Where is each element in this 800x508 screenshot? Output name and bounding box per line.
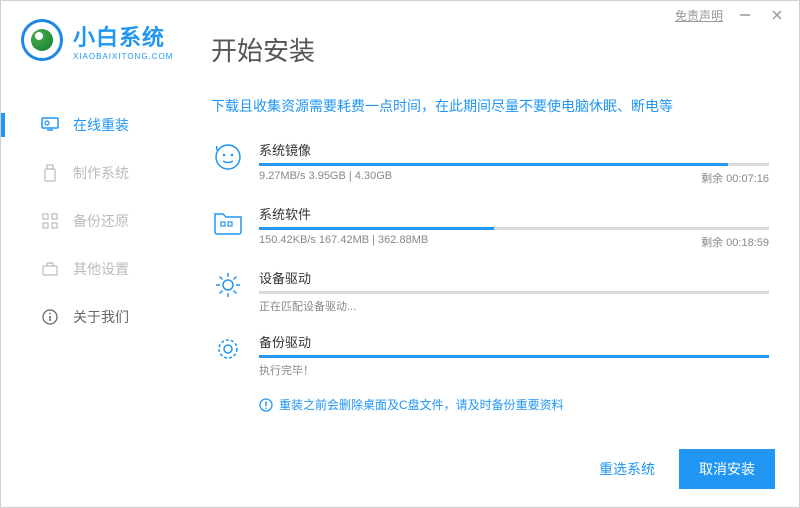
info-text: 下载且收集资源需要耗费一点时间，在此期间尽量不要使电脑休眠、断电等 <box>211 96 769 116</box>
disclaimer-link[interactable]: 免责声明 <box>675 7 723 24</box>
content-area: 下载且收集资源需要耗费一点时间，在此期间尽量不要使电脑休眠、断电等 系统镜像 9… <box>211 96 769 413</box>
sidebar-item-label: 关于我们 <box>73 307 129 327</box>
gear-dashed-icon <box>211 332 245 366</box>
progress-bar <box>259 291 769 294</box>
minimize-button[interactable] <box>735 5 755 25</box>
app-window: 免责声明 小白系统 XIAOBAIXITONG.COM 开始安装 在线重装 <box>0 0 800 508</box>
close-button[interactable] <box>767 5 787 25</box>
logo-subtitle: XIAOBAIXITONG.COM <box>73 52 173 61</box>
logo-title: 小白系统 <box>73 20 173 52</box>
logo-icon <box>21 19 63 61</box>
logo-text: 小白系统 XIAOBAIXITONG.COM <box>73 20 173 61</box>
task-system-software: 系统软件 150.42KB/s 167.42MB | 362.88MB 剩余 0… <box>211 204 769 250</box>
gear-icon <box>211 268 245 302</box>
task-title: 系统镜像 <box>259 140 769 159</box>
warning-text: 重装之前会删除桌面及C盘文件，请及时备份重要资料 <box>279 396 564 413</box>
alert-icon <box>259 398 273 412</box>
usb-icon <box>41 164 59 182</box>
progress-bar <box>259 355 769 358</box>
cancel-install-button[interactable]: 取消安装 <box>679 449 775 489</box>
sidebar-item-other-settings[interactable]: 其他设置 <box>1 245 181 293</box>
sidebar-item-about[interactable]: 关于我们 <box>1 293 181 341</box>
task-status: 执行完毕！ <box>259 362 769 378</box>
sidebar-item-create-system[interactable]: 制作系统 <box>1 149 181 197</box>
task-status: 正在匹配设备驱动... <box>259 298 769 314</box>
warning-message: 重装之前会删除桌面及C盘文件，请及时备份重要资料 <box>259 396 769 413</box>
task-device-driver: 设备驱动 正在匹配设备驱动... <box>211 268 769 314</box>
grid-icon <box>41 212 59 230</box>
sidebar: 在线重装 制作系统 备份还原 其他设置 关于我们 <box>1 101 181 341</box>
page-title: 开始安装 <box>211 31 315 68</box>
titlebar: 免责声明 <box>663 1 799 29</box>
task-backup-driver: 备份驱动 执行完毕！ <box>211 332 769 378</box>
reselect-system-button[interactable]: 重选系统 <box>587 451 667 487</box>
sidebar-item-label: 其他设置 <box>73 259 129 279</box>
sidebar-item-label: 备份还原 <box>73 211 129 231</box>
progress-bar <box>259 163 769 166</box>
task-system-image: 系统镜像 9.27MB/s 3.95GB | 4.30GB 剩余 00:07:1… <box>211 140 769 186</box>
task-title: 设备驱动 <box>259 268 769 287</box>
sidebar-item-label: 在线重装 <box>73 115 129 135</box>
briefcase-icon <box>41 260 59 278</box>
sidebar-item-label: 制作系统 <box>73 163 129 183</box>
footer: 重选系统 取消安装 <box>587 449 775 489</box>
task-title: 备份驱动 <box>259 332 769 351</box>
sidebar-item-backup-restore[interactable]: 备份还原 <box>1 197 181 245</box>
app-header: 小白系统 XIAOBAIXITONG.COM <box>21 19 173 61</box>
face-icon <box>211 140 245 174</box>
task-remain: 剩余 00:18:59 <box>701 234 769 250</box>
monitor-icon <box>41 116 59 134</box>
progress-bar <box>259 227 769 230</box>
folder-icon <box>211 204 245 238</box>
task-remain: 剩余 00:07:16 <box>701 170 769 186</box>
info-icon <box>41 308 59 326</box>
task-title: 系统软件 <box>259 204 769 223</box>
task-detail: 150.42KB/s 167.42MB | 362.88MB <box>259 234 428 250</box>
sidebar-item-online-reinstall[interactable]: 在线重装 <box>1 101 181 149</box>
task-detail: 9.27MB/s 3.95GB | 4.30GB <box>259 170 392 186</box>
